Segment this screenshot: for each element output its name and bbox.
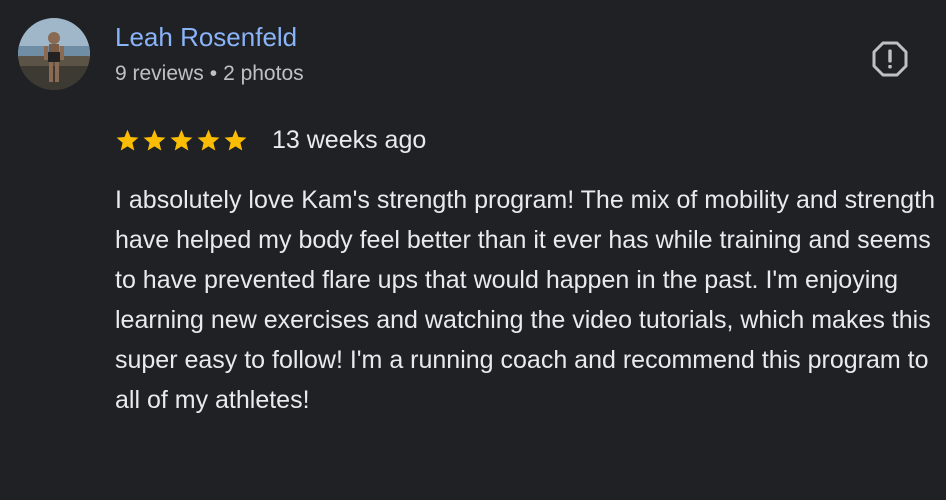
review-count: 9 reviews xyxy=(115,62,204,85)
report-icon xyxy=(872,41,908,77)
review-date: 13 weeks ago xyxy=(272,126,427,154)
star-icon xyxy=(170,129,193,150)
avatar[interactable] xyxy=(18,18,90,90)
star-rating xyxy=(115,128,248,153)
star-icon xyxy=(224,129,247,150)
review-card: Leah Rosenfeld 9 reviews • 2 photos 13 wee… xyxy=(0,0,946,500)
author-meta: 9 reviews • 2 photos xyxy=(115,60,304,88)
review-text: I absolutely love Kam's strength program… xyxy=(115,186,935,414)
photo-count: 2 photos xyxy=(223,62,304,85)
rating-row: 13 weeks ago xyxy=(115,123,426,157)
report-button[interactable] xyxy=(871,40,909,78)
star-icon xyxy=(116,129,139,150)
star-icon xyxy=(143,129,166,150)
avatar-photo xyxy=(18,18,90,90)
meta-separator: • xyxy=(209,62,218,85)
author-name[interactable]: Leah Rosenfeld xyxy=(115,20,297,54)
star-icon xyxy=(197,129,220,150)
